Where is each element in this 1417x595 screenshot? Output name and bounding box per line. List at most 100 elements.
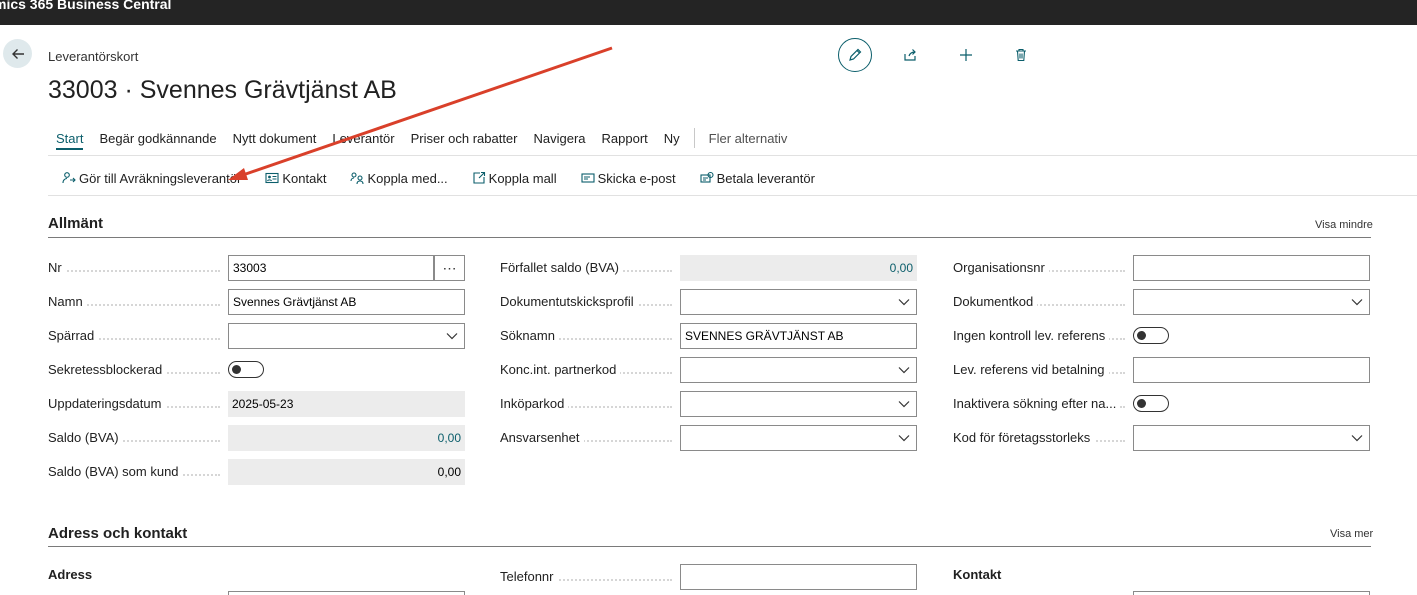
page-type-caption: Leverantörskort [48, 49, 139, 64]
tab-divider [693, 128, 695, 148]
toggle-knob [1137, 331, 1146, 340]
field-saldo: Saldo (BVA) 0,00 [48, 425, 466, 451]
share-icon [904, 49, 916, 61]
annotation-arrow-shaft [239, 46, 613, 178]
mail-icon [581, 173, 595, 183]
field-label: Kod för företagsstorleks [953, 425, 1095, 451]
ingen-kontroll-toggle[interactable] [1133, 327, 1169, 344]
action-bar-bottom-divider [48, 195, 1417, 196]
action-label: Koppla mall [488, 170, 557, 186]
show-more-link[interactable]: Visa mer [1330, 528, 1373, 540]
share-button[interactable] [897, 42, 923, 68]
soknamn-input[interactable]: SVENNES GRÄVTJÄNST AB [680, 323, 917, 349]
field-label: Lev. referens vid betalning [953, 357, 1109, 383]
adress-input[interactable] [228, 591, 465, 595]
action-label: Gör till Avräkningsleverantör [79, 170, 242, 186]
tab-nytt-dokument[interactable]: Nytt dokument [233, 130, 317, 147]
field-partnerkod: Konc.int. partnerkod [500, 357, 918, 383]
saldo-value[interactable]: 0,00 [228, 425, 465, 451]
field-ingen-kontroll: Ingen kontroll lev. referens [953, 323, 1371, 349]
field-organisationsnr: Organisationsnr [953, 255, 1371, 281]
inkoparkod-select[interactable] [680, 391, 917, 417]
action-label: Betala leverantör [716, 170, 815, 186]
field-label: Konc.int. partnerkod [500, 357, 621, 383]
field-dokumentutskicksprofil: Dokumentutskicksprofil [500, 289, 918, 315]
field-label: Inaktivera sökning efter na... [953, 391, 1121, 417]
partnerkod-select[interactable] [680, 357, 917, 383]
subheading-adress: Adress [48, 567, 93, 582]
section-divider-address [48, 546, 1371, 547]
tab-leverantor[interactable]: Leverantör [332, 130, 394, 147]
tab-start[interactable]: Start [56, 130, 84, 150]
field-label: Ansvarsenhet [500, 425, 584, 451]
app-bar: mics 365 Business Central [0, 0, 1417, 25]
chevron-down-icon [898, 367, 910, 374]
tab-priser-och-rabatter[interactable]: Priser och rabatter [411, 130, 518, 147]
tab-ny[interactable]: Ny [664, 130, 680, 147]
ansvarsenhet-select[interactable] [680, 425, 917, 451]
action-bar-top-divider [48, 155, 1417, 156]
delete-icon [1016, 48, 1026, 62]
field-saldo-som-kund: Saldo (BVA) som kund 0,00 [48, 459, 466, 485]
tab-rapport[interactable]: Rapport [602, 130, 648, 147]
forfallet-saldo-value[interactable]: 0,00 [680, 255, 917, 281]
kontakt-input[interactable] [1133, 591, 1370, 595]
action-bar: Gör till Avräkningsleverantör Kontakt Ko… [62, 168, 839, 188]
field-lev-referens: Lev. referens vid betalning [953, 357, 1371, 383]
payment-icon [700, 171, 714, 183]
field-forfallet-saldo: Förfallet saldo (BVA) 0,00 [500, 255, 918, 281]
page-title: 33003 · Svennes Grävtjänst AB [48, 76, 397, 104]
field-label: Saldo (BVA) [48, 425, 123, 451]
tab-fler-alternativ[interactable]: Fler alternativ [709, 130, 788, 147]
field-inkoparkod: Inköparkod [500, 391, 918, 417]
action-gor-till-avrakningsleverantor[interactable]: Gör till Avräkningsleverantör [62, 171, 241, 186]
person-swap-icon [62, 172, 76, 184]
sekretess-toggle[interactable] [228, 361, 264, 378]
dokumentkod-select[interactable] [1133, 289, 1370, 315]
field-label: Namn [48, 289, 87, 315]
action-kontakt[interactable]: Kontakt [265, 171, 326, 186]
lev-referens-input[interactable] [1133, 357, 1370, 383]
field-label: Sekretessblockerad [48, 357, 167, 383]
tab-begar-godkannande[interactable]: Begär godkännande [99, 130, 216, 147]
nr-input[interactable]: 33003 [228, 255, 434, 281]
field-uppdateringsdatum: Uppdateringsdatum 2025-05-23 [48, 391, 466, 417]
field-soknamn: Söknamn SVENNES GRÄVTJÄNST AB [500, 323, 918, 349]
action-tabs: Start Begär godkännande Nytt dokument Le… [56, 128, 803, 150]
delete-button[interactable] [1008, 42, 1034, 68]
nr-lookup-button[interactable]: ⋯ [434, 255, 465, 281]
telefonnr-input[interactable] [680, 564, 917, 590]
action-betala-leverantor[interactable]: Betala leverantör [700, 171, 815, 186]
foretagsstorlek-select[interactable] [1133, 425, 1370, 451]
action-koppla-mall[interactable]: Koppla mall [472, 171, 557, 186]
tab-navigera[interactable]: Navigera [534, 130, 586, 147]
field-inaktivera-sokning: Inaktivera sökning efter na... [953, 391, 1371, 417]
field-sekretessblockerad: Sekretessblockerad [48, 357, 466, 383]
saldo-amount[interactable]: 0,00 [438, 431, 461, 445]
back-button[interactable] [3, 39, 32, 68]
action-koppla-med[interactable]: Koppla med... [350, 170, 448, 186]
field-label: Saldo (BVA) som kund [48, 459, 183, 485]
contact-card-icon [265, 172, 279, 184]
edit-button[interactable] [838, 38, 872, 72]
section-title-general: Allmänt [48, 215, 104, 232]
chevron-down-icon [898, 435, 910, 442]
field-label: Söknamn [500, 323, 559, 349]
show-less-link[interactable]: Visa mindre [1315, 219, 1373, 231]
chevron-down-icon [446, 333, 458, 340]
chevron-down-icon [1351, 299, 1363, 306]
action-label: Koppla med... [367, 170, 448, 186]
action-label: Skicka e-post [597, 170, 676, 186]
field-label: Organisationsnr [953, 255, 1049, 281]
field-foretagsstorlek: Kod för företagsstorleks [953, 425, 1371, 451]
action-skicka-e-post[interactable]: Skicka e-post [581, 171, 676, 186]
organisationsnr-input[interactable] [1133, 255, 1370, 281]
inaktivera-toggle[interactable] [1133, 395, 1169, 412]
sparrad-select[interactable] [228, 323, 465, 349]
new-button[interactable] [953, 42, 979, 68]
namn-input[interactable]: Svennes Grävtjänst AB [228, 289, 465, 315]
dokumentutskicksprofil-select[interactable] [680, 289, 917, 315]
forfallet-amount[interactable]: 0,00 [890, 261, 913, 275]
edit-icon [849, 48, 862, 61]
app-title: mics 365 Business Central [0, 0, 172, 12]
